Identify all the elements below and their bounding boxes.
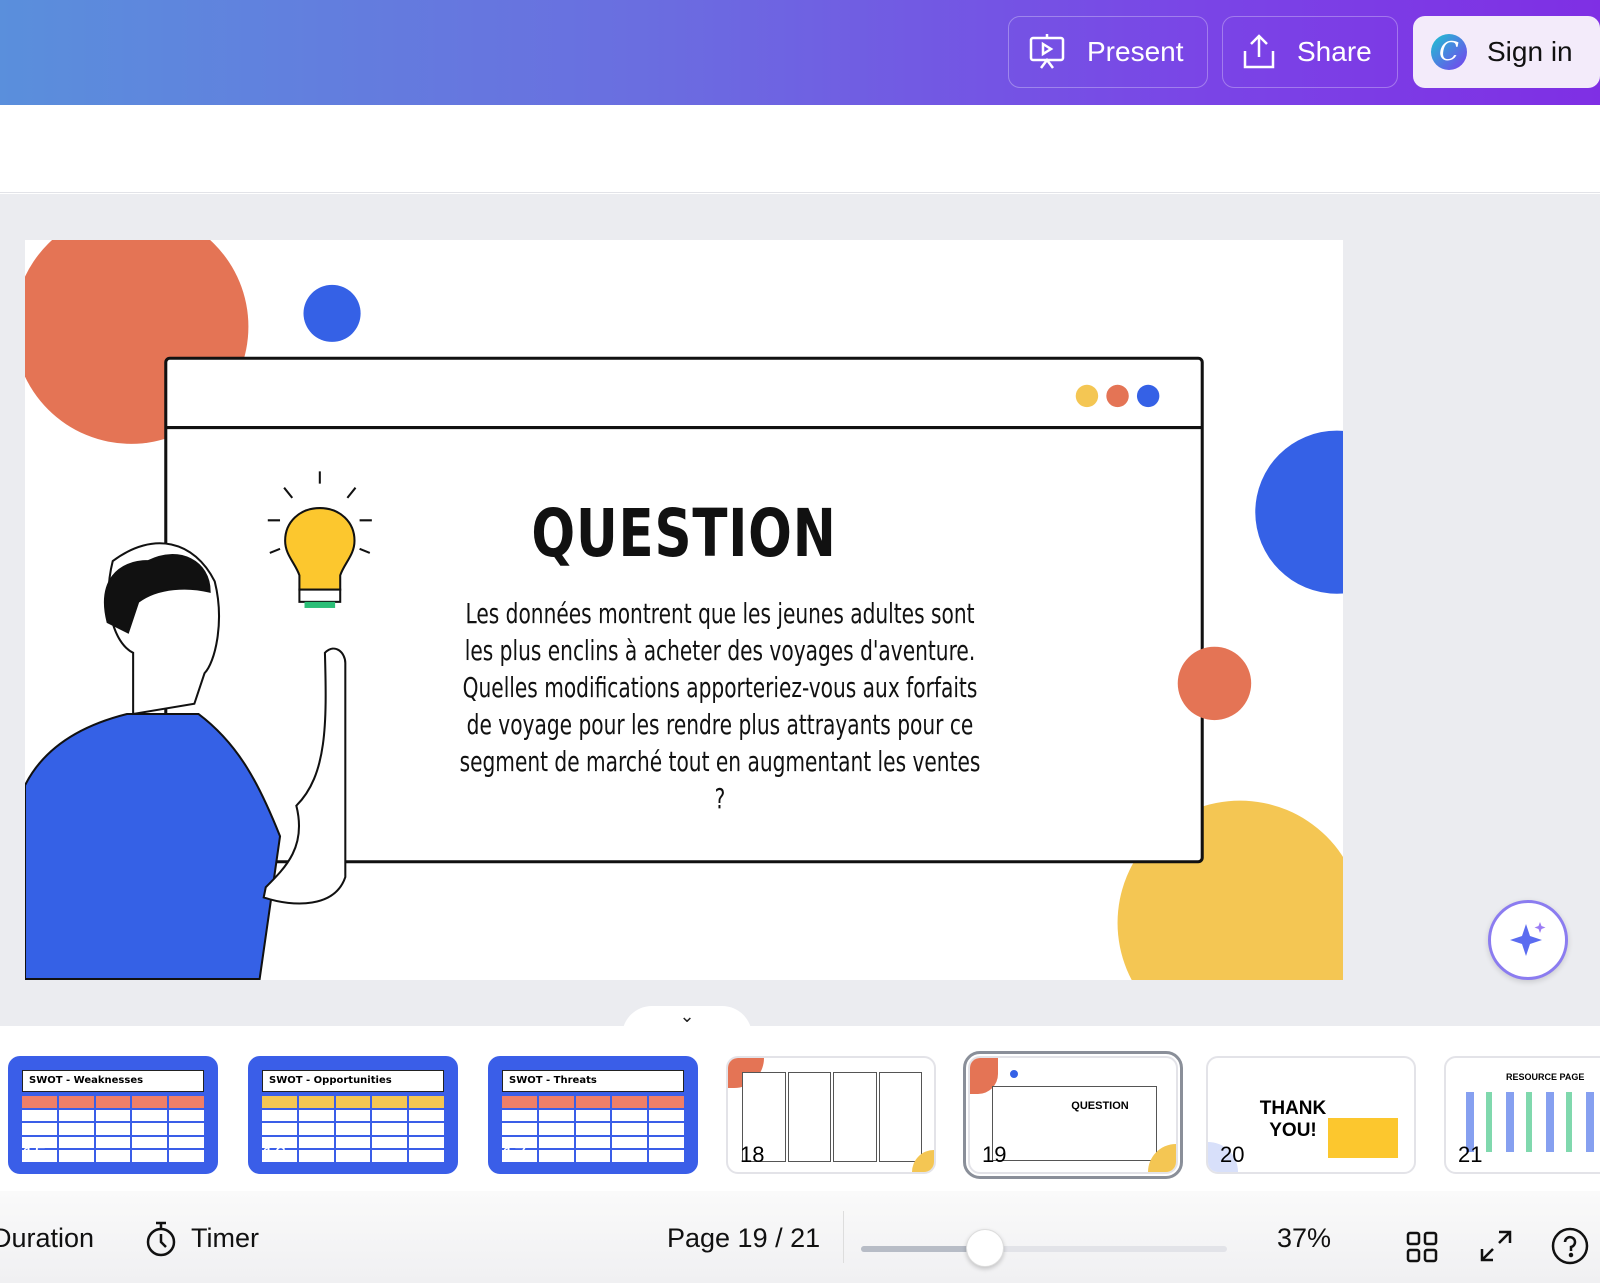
canva-logo-icon: C bbox=[1431, 34, 1467, 70]
page-indicator: Page 19 / 21 bbox=[667, 1223, 821, 1253]
slide-title: QUESTION bbox=[531, 495, 837, 572]
timer-label[interactable]: Timer bbox=[191, 1223, 259, 1254]
page-filmstrip: SWOT - Weaknesses 15 SWOT - Opportunitie… bbox=[0, 1026, 1600, 1191]
expand-icon bbox=[1480, 1230, 1512, 1262]
zoom-slider-handle[interactable] bbox=[966, 1229, 1005, 1267]
thumb-title: QUESTION bbox=[1071, 1100, 1129, 1112]
page-number: 17 bbox=[502, 1142, 527, 1167]
grid-view-button[interactable] bbox=[1406, 1231, 1438, 1268]
window-dot-orange bbox=[1106, 384, 1129, 408]
duration-button[interactable]: Duration bbox=[0, 1223, 94, 1254]
thumbnail-page-19[interactable]: QUESTION 19 bbox=[963, 1051, 1183, 1179]
help-icon bbox=[1551, 1227, 1589, 1265]
blue-dot bbox=[303, 284, 361, 342]
thumbnail-page-17[interactable]: SWOT - Threats 17 bbox=[488, 1056, 698, 1174]
thumb-title: THANK YOU! bbox=[1259, 1098, 1327, 1141]
orange-circle-right bbox=[1177, 646, 1252, 721]
page-number: 20 bbox=[1220, 1142, 1245, 1167]
thumb-table bbox=[262, 1096, 444, 1162]
divider bbox=[843, 1211, 844, 1263]
page-number: 18 bbox=[740, 1142, 765, 1167]
present-label: Present bbox=[1087, 36, 1184, 67]
share-upload-icon bbox=[1243, 34, 1275, 69]
help-button[interactable] bbox=[1551, 1227, 1589, 1270]
slide-body-text: Les données montrent que les jeunes adul… bbox=[459, 597, 981, 815]
stopwatch-icon bbox=[146, 1221, 176, 1257]
slide[interactable]: QUESTION Les données montrent que les je… bbox=[25, 240, 1343, 980]
thumbnail-page-21[interactable]: RESOURCE PAGE 21 bbox=[1444, 1056, 1600, 1174]
window-dot-blue bbox=[1136, 384, 1160, 408]
thumb-columns bbox=[742, 1072, 922, 1162]
magic-assistant-button[interactable] bbox=[1488, 900, 1568, 980]
toolbar-area bbox=[0, 105, 1600, 193]
thumb-title: SWOT - Opportunities bbox=[262, 1070, 444, 1092]
sparkle-icon bbox=[1510, 922, 1546, 956]
thumb-table bbox=[22, 1096, 204, 1162]
zoom-slider[interactable] bbox=[861, 1229, 1227, 1267]
chevron-down-icon: ⌄ bbox=[679, 1006, 695, 1026]
thumb-title: SWOT - Weaknesses bbox=[22, 1070, 204, 1092]
presentation-icon bbox=[1029, 34, 1065, 69]
page-number: 16 bbox=[262, 1142, 287, 1167]
page-number: 19 bbox=[982, 1142, 1007, 1167]
window-dot-yellow bbox=[1075, 384, 1099, 408]
blue-circle-right bbox=[1255, 430, 1343, 594]
sign-in-button[interactable]: C Sign in bbox=[1413, 16, 1600, 88]
thumb-title: RESOURCE PAGE bbox=[1506, 1072, 1585, 1082]
thumbnail-page-16[interactable]: SWOT - Opportunities 16 bbox=[248, 1056, 458, 1174]
thumbnail-page-20[interactable]: THANK YOU! 20 bbox=[1206, 1056, 1416, 1174]
thumb-title: SWOT - Threats bbox=[502, 1070, 684, 1092]
zoom-percentage[interactable]: 37% bbox=[1277, 1223, 1331, 1254]
share-label: Share bbox=[1297, 36, 1372, 67]
present-button[interactable]: Present bbox=[1008, 16, 1208, 88]
thumbnail-page-18[interactable]: 18 bbox=[726, 1056, 936, 1174]
page-number: 21 bbox=[1458, 1142, 1483, 1167]
thumb-table bbox=[502, 1096, 684, 1162]
fullscreen-button[interactable] bbox=[1479, 1229, 1513, 1268]
top-bar: Present Share C Sign in bbox=[0, 0, 1600, 105]
editor-canvas: QUESTION Les données montrent que les je… bbox=[0, 194, 1600, 1026]
sign-in-label: Sign in bbox=[1487, 36, 1573, 67]
thumbnail-page-15[interactable]: SWOT - Weaknesses 15 bbox=[8, 1056, 218, 1174]
share-button[interactable]: Share bbox=[1222, 16, 1398, 88]
grid-icon bbox=[1406, 1231, 1438, 1263]
bottom-bar: Duration Timer Page 19 / 21 37% bbox=[0, 1191, 1600, 1283]
page-number: 15 bbox=[22, 1142, 47, 1167]
timer-button[interactable] bbox=[144, 1221, 178, 1262]
